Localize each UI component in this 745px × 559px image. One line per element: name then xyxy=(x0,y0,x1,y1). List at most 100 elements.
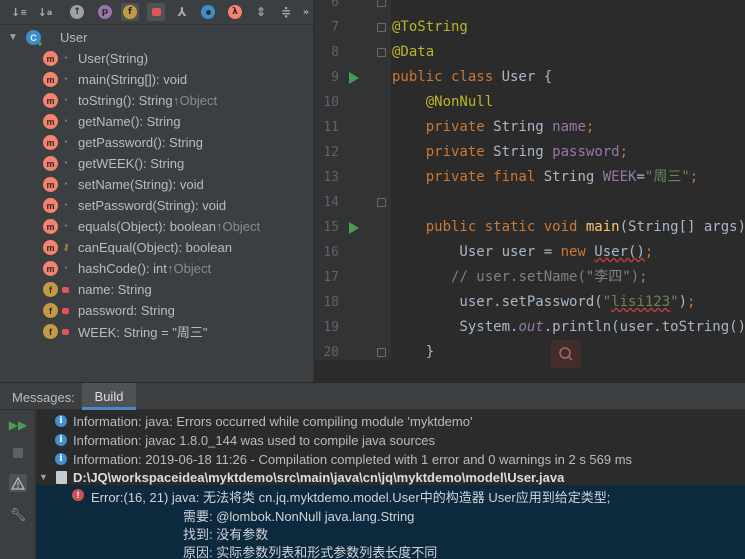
code-line[interactable]: // user.setName("李四"); xyxy=(392,267,648,287)
fold-marker-icon[interactable] xyxy=(377,348,386,357)
error-required: 需要: @lombok.NonNull java.lang.String xyxy=(183,509,415,524)
private-visibility-icon xyxy=(62,287,69,293)
tree-item-method[interactable]: m ● equals(Object): boolean ↑Object xyxy=(0,216,314,237)
method-icon: m xyxy=(43,72,58,87)
line-number: 13 xyxy=(323,170,339,185)
error-icon: ! xyxy=(72,489,84,501)
tree-item-label: WEEK: String = "周三" xyxy=(78,325,208,340)
fold-marker-icon[interactable] xyxy=(377,48,386,57)
method-icon: m xyxy=(43,51,58,66)
show-properties-icon[interactable]: p xyxy=(96,3,114,21)
public-visibility-icon: ● xyxy=(64,55,68,61)
hierarchy-icon[interactable]: ⅄ xyxy=(173,3,191,21)
tree-item-method[interactable]: m ● setName(String): void xyxy=(0,174,314,195)
settings-wrench-icon[interactable]: 🔧︎ xyxy=(9,506,27,524)
message-info-row[interactable]: i Information: 2019-06-18 11:26 - Compil… xyxy=(36,450,745,469)
code-line[interactable]: } xyxy=(392,342,434,362)
method-icon: m xyxy=(43,198,58,213)
tree-item-method[interactable]: m ● hashCode(): int ↑Object xyxy=(0,258,314,279)
show-inherited-icon[interactable]: ↑ xyxy=(68,3,86,21)
fold-marker-icon[interactable] xyxy=(377,23,386,32)
more-actions-icon[interactable]: » xyxy=(297,3,315,21)
tab-build[interactable]: Build xyxy=(82,383,136,410)
error-message-selected[interactable]: ! Error:(16, 21) java: 无法将类 cn.jq.myktde… xyxy=(36,485,745,559)
tree-item-method[interactable]: m ● getPassword(): String xyxy=(0,132,314,153)
expand-arrow-icon[interactable]: ▼ xyxy=(8,32,18,43)
code-line[interactable]: @ToString xyxy=(392,17,468,37)
messages-side-toolbar: ▶▶ 🔧︎ xyxy=(0,410,35,559)
code-line[interactable]: public class User { xyxy=(392,67,552,87)
code-line[interactable]: private String name; xyxy=(392,117,595,137)
show-lambdas-icon[interactable]: λ xyxy=(226,3,244,21)
editor-gutter: 6 7 8 9 10 11 12 13 14 15 16 17 18 19 20 xyxy=(315,0,391,360)
inherited-from-label: ↑Object xyxy=(167,261,212,276)
message-info-row[interactable]: i Information: javac 1.8.0_144 was used … xyxy=(36,431,745,450)
tree-root-user-class[interactable]: ▼ C ● User xyxy=(0,27,314,48)
tree-root-label: User xyxy=(60,30,88,45)
line-number: 10 xyxy=(323,95,339,110)
code-line[interactable]: user.setPassword("lisi123"); xyxy=(392,292,695,312)
message-info-row[interactable]: i Information: java: Errors occurred whi… xyxy=(36,412,745,431)
structure-panel: ↓ ≡ ↓ a ↑ p f ⅄ λ ⇕ ≑ » ▼ C ● User m ● User(… xyxy=(0,0,314,382)
fold-marker-icon[interactable] xyxy=(377,0,386,7)
code-line[interactable]: User user = new User(); xyxy=(392,242,653,262)
protected-visibility-icon: ⚷ xyxy=(62,241,70,252)
method-icon: m xyxy=(43,135,58,150)
method-icon: m xyxy=(43,156,58,171)
stop-icon[interactable] xyxy=(9,444,27,462)
line-number: 19 xyxy=(323,320,339,335)
rerun-icon[interactable]: ▶▶ xyxy=(9,416,27,434)
fold-marker-icon[interactable] xyxy=(377,198,386,207)
show-non-public-icon[interactable] xyxy=(147,3,165,21)
structure-toolbar: ↓ ≡ ↓ a ↑ p f ⅄ λ ⇕ ≑ » xyxy=(0,0,314,25)
tree-item-method[interactable]: m ● getName(): String xyxy=(0,111,314,132)
info-icon: i xyxy=(55,434,67,446)
java-file-icon xyxy=(56,471,67,484)
tree-item-method[interactable]: m ● getWEEK(): String xyxy=(0,153,314,174)
sort-alphabetically-icon[interactable]: ↓ a xyxy=(36,3,54,21)
tree-item-method[interactable]: m ● toString(): String ↑Object xyxy=(0,90,314,111)
sort-by-visibility-icon[interactable]: ↓ ≡ xyxy=(10,3,28,21)
show-anonymous-icon[interactable] xyxy=(199,3,217,21)
expand-all-icon[interactable]: ⇕ xyxy=(252,3,270,21)
tree-item-label: name: String xyxy=(78,282,152,297)
private-visibility-icon xyxy=(62,308,69,314)
line-number: 8 xyxy=(331,45,339,60)
line-number: 14 xyxy=(323,195,339,210)
tree-item-method[interactable]: m ● setPassword(String): void xyxy=(0,195,314,216)
collapse-all-icon[interactable]: ≑ xyxy=(277,3,295,21)
line-number: 16 xyxy=(323,245,339,260)
code-line[interactable]: @NonNull xyxy=(392,92,493,112)
message-list[interactable]: i Information: java: Errors occurred whi… xyxy=(36,410,745,559)
run-gutter-icon[interactable] xyxy=(349,222,359,234)
tool-window-tab-bar: Messages: Build xyxy=(0,383,745,410)
method-icon: m xyxy=(43,219,58,234)
line-number: 6 xyxy=(331,0,339,10)
tree-item-field[interactable]: f WEEK: String = "周三" xyxy=(0,321,314,342)
code-line[interactable]: @Data xyxy=(392,42,434,62)
tree-item-method[interactable]: m ⚷ canEqual(Object): boolean xyxy=(0,237,314,258)
code-line[interactable]: public static void main(String[] args) { xyxy=(392,217,745,237)
line-number: 7 xyxy=(331,20,339,35)
line-number: 15 xyxy=(323,220,339,235)
tree-item-label: getName(): String xyxy=(78,114,181,129)
error-reason: 原因: 实际参数列表和形式参数列表长度不同 xyxy=(183,545,438,559)
search-icon[interactable] xyxy=(551,340,581,368)
show-fields-icon[interactable]: f xyxy=(121,3,139,21)
code-line[interactable]: System.out.println(user.toString()); xyxy=(392,317,745,337)
tree-item-label: hashCode(): int xyxy=(78,261,167,276)
public-visibility-icon: ● xyxy=(37,38,43,48)
run-gutter-icon[interactable] xyxy=(349,72,359,84)
public-visibility-icon: ● xyxy=(64,118,68,124)
tree-item-field[interactable]: f name: String xyxy=(0,279,314,300)
code-editor[interactable]: 6 7 8 9 10 11 12 13 14 15 16 17 18 19 20 @ToString @Dat… xyxy=(315,0,745,382)
show-warnings-icon[interactable] xyxy=(9,474,27,492)
tree-item-field[interactable]: f password: String xyxy=(0,300,314,321)
private-visibility-icon xyxy=(62,329,69,335)
code-line[interactable]: private String password; xyxy=(392,142,628,162)
tree-item-method[interactable]: m ● main(String[]): void xyxy=(0,69,314,90)
field-icon: f xyxy=(43,303,58,318)
message-text: Information: java: Errors occurred while… xyxy=(73,414,473,429)
tree-item-method[interactable]: m ● User(String) xyxy=(0,48,314,69)
code-line[interactable]: private final String WEEK="周三"; xyxy=(392,167,698,187)
